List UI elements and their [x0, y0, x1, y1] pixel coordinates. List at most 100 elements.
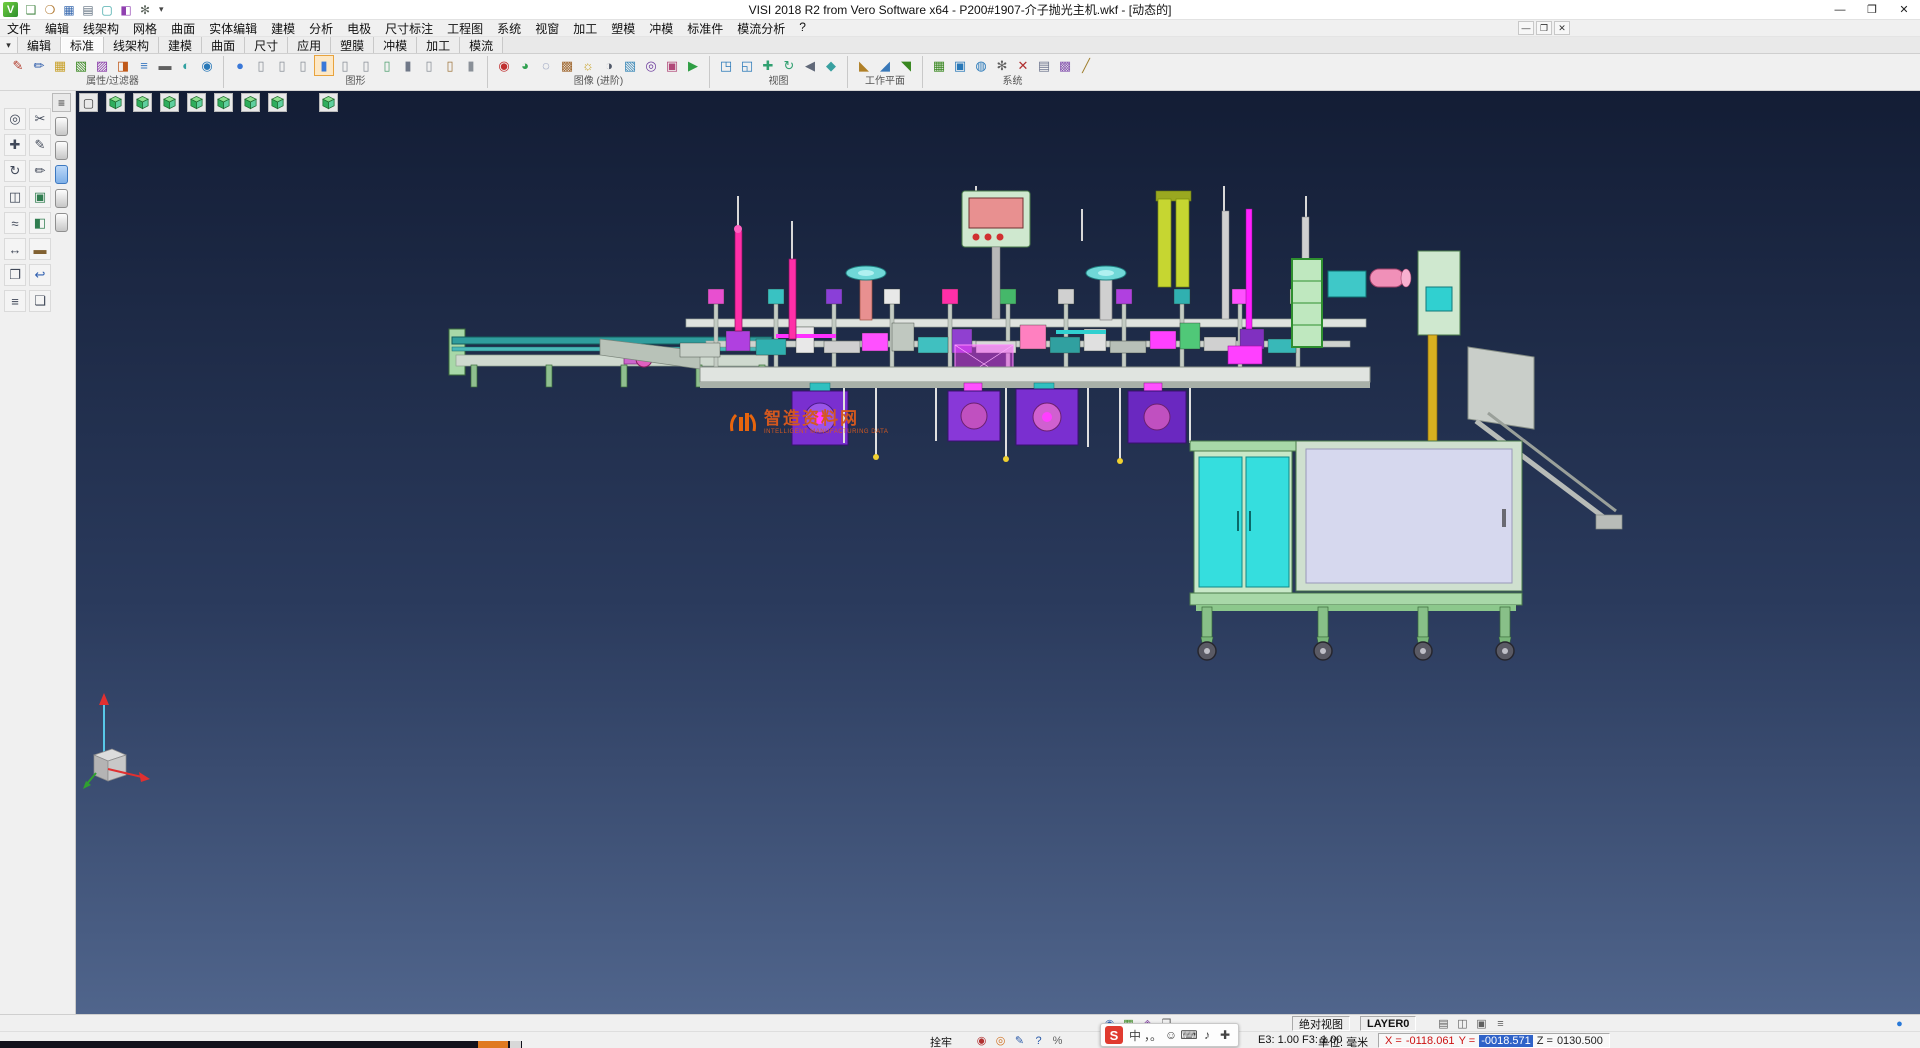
view-previous-icon[interactable]: ◀ — [800, 55, 820, 76]
view-rotate-icon[interactable]: ↻ — [779, 55, 799, 76]
cylinder-wire-icon[interactable]: ▯ — [272, 55, 292, 76]
help-status-icon[interactable]: ? — [1029, 1033, 1048, 1048]
ime-keyboard-icon[interactable]: ⌨ — [1180, 1026, 1198, 1044]
view-cube-bottom-icon[interactable] — [268, 93, 287, 112]
line-style-icon[interactable]: ≡ — [134, 55, 154, 76]
tab-8[interactable]: 冲模 — [374, 37, 417, 53]
solid-tool-icon[interactable]: ▣ — [29, 186, 51, 208]
menu-item-8[interactable]: 电极 — [340, 20, 378, 37]
view-cube-dynamic-icon[interactable] — [319, 93, 338, 112]
cylinder-hidden-icon[interactable]: ▯ — [293, 55, 313, 76]
system-table-icon[interactable]: ▤ — [1034, 55, 1054, 76]
quick-access-dropdown[interactable]: ▾ — [155, 4, 168, 15]
minimize-button[interactable]: — — [1824, 0, 1856, 19]
system-chip-icon[interactable]: ▩ — [1055, 55, 1075, 76]
system-grid-icon[interactable]: ▦ — [929, 55, 949, 76]
viewport-menu[interactable]: ≡ — [52, 93, 71, 112]
view-pan-icon[interactable]: ✚ — [758, 55, 778, 76]
trim-tool-icon[interactable]: ✂ — [29, 108, 51, 130]
tab-5[interactable]: 尺寸 — [245, 37, 288, 53]
render-shaded-icon[interactable]: ◕ — [515, 55, 535, 76]
render-camera-icon[interactable]: ◎ — [641, 55, 661, 76]
menu-item-4[interactable]: 曲面 — [164, 20, 202, 37]
info-panel-icon[interactable]: ▣ — [1472, 1016, 1491, 1031]
erase-tool-icon[interactable]: ✏ — [29, 160, 51, 182]
copy-tool-icon[interactable]: ❏ — [29, 290, 51, 312]
magnet-filter-icon[interactable]: ◨ — [113, 55, 133, 76]
qa-save-file-icon[interactable]: ▦ — [60, 2, 78, 18]
mdi-minimize-button[interactable]: — — [1518, 21, 1534, 35]
menu-item-18[interactable]: ? — [792, 20, 813, 34]
tab-10[interactable]: 模流 — [460, 37, 503, 53]
menu-item-3[interactable]: 网格 — [126, 20, 164, 37]
move-tool-icon[interactable]: ✚ — [4, 134, 26, 156]
close-button[interactable]: ✕ — [1888, 0, 1920, 19]
view-cube-right-icon[interactable] — [187, 93, 206, 112]
menu-item-14[interactable]: 塑模 — [604, 20, 642, 37]
view-plain[interactable]: ▢ — [79, 93, 98, 112]
qa-palette-icon[interactable]: ◧ — [117, 2, 135, 18]
dimension-tool-icon[interactable]: ↔ — [4, 238, 26, 260]
transparency-icon[interactable]: ◐ — [176, 55, 196, 76]
pin-3[interactable] — [55, 189, 68, 208]
menu-item-5[interactable]: 实体编辑 — [202, 20, 264, 37]
pin-1[interactable] — [55, 141, 68, 160]
viewport-3d[interactable]: 智造资料网 INTELLIGENT MANUFACTURING DATA — [76, 91, 1920, 1014]
shaded-sphere-icon[interactable]: ● — [230, 55, 250, 76]
render-shadow-icon[interactable]: ◑ — [599, 55, 619, 76]
render-lighting-icon[interactable]: ☼ — [578, 55, 598, 76]
menu-item-15[interactable]: 冲模 — [642, 20, 680, 37]
menu-item-0[interactable]: 文件 — [0, 20, 38, 37]
tab-dropdown[interactable]: ▾ — [0, 37, 18, 53]
box-tool-icon[interactable]: ◧ — [29, 212, 51, 234]
menu-item-1[interactable]: 编辑 — [38, 20, 76, 37]
ime-emoji-icon[interactable]: ☺ — [1162, 1026, 1180, 1044]
workplane-xy-icon[interactable]: ◣ — [854, 55, 874, 76]
system-gear-icon[interactable]: ✻ — [992, 55, 1012, 76]
view-cube-iso-icon[interactable] — [106, 93, 125, 112]
attributes-pen-icon[interactable]: ✎ — [8, 55, 28, 76]
color-swatch-icon[interactable]: ▦ — [50, 55, 70, 76]
cylinder-solid-icon[interactable]: ▯ — [251, 55, 271, 76]
menu-item-7[interactable]: 分析 — [302, 20, 340, 37]
lock-status-icon[interactable]: ◉ — [972, 1033, 991, 1048]
mdi-close-button[interactable]: ✕ — [1554, 21, 1570, 35]
tab-1[interactable]: 标准 — [61, 37, 104, 53]
menu-item-16[interactable]: 标准件 — [680, 20, 730, 37]
layer-filter-icon[interactable]: ▧ — [71, 55, 91, 76]
view-zoom-all-icon[interactable]: ◳ — [716, 55, 736, 76]
cylinder-highlight-icon[interactable]: ▮ — [314, 55, 334, 76]
qa-open-file-icon[interactable]: ❍ — [41, 2, 59, 18]
ime-toolbox-icon[interactable]: ✚ — [1216, 1026, 1234, 1044]
qa-print-icon[interactable]: ▤ — [79, 2, 97, 18]
element-filter-icon[interactable]: ▨ — [92, 55, 112, 76]
cylinder-group-icon[interactable]: ▯ — [440, 55, 460, 76]
cylinder-pair-icon[interactable]: ▯ — [356, 55, 376, 76]
tab-3[interactable]: 建模 — [159, 37, 202, 53]
sketch-tool-icon[interactable]: ✎ — [29, 134, 51, 156]
menu-item-6[interactable]: 建模 — [264, 20, 302, 37]
render-traffic-icon[interactable]: ◉ — [494, 55, 514, 76]
connection-icon[interactable]: ● — [1890, 1016, 1909, 1031]
ime-mic-icon[interactable]: ♪ — [1198, 1026, 1216, 1044]
measure-tool-icon[interactable]: ◫ — [4, 186, 26, 208]
undo-tool-icon[interactable]: ↩ — [29, 264, 51, 286]
render-texture-icon[interactable]: ▩ — [557, 55, 577, 76]
view-cube-back-icon[interactable] — [241, 93, 260, 112]
qa-screen-icon[interactable]: ▢ — [98, 2, 116, 18]
system-monitor-icon[interactable]: ▣ — [950, 55, 970, 76]
view-cube-left-icon[interactable] — [214, 93, 233, 112]
taskbar-app-button-2[interactable] — [510, 1041, 521, 1048]
view-mode-panel[interactable]: 绝对视图 — [1292, 1016, 1350, 1031]
mdi-restore-button[interactable]: ❐ — [1536, 21, 1552, 35]
taskbar-app-button[interactable] — [478, 1041, 508, 1048]
layer-panel[interactable]: LAYER0 — [1360, 1016, 1416, 1031]
ruler-tool-icon[interactable]: ▬ — [29, 238, 51, 260]
tab-6[interactable]: 应用 — [288, 37, 331, 53]
system-globe-icon[interactable]: ◍ — [971, 55, 991, 76]
osnap-status-icon[interactable]: ◎ — [991, 1033, 1010, 1048]
attributes-brush-icon[interactable]: ✏ — [29, 55, 49, 76]
list-panel-icon[interactable]: ≡ — [1491, 1016, 1510, 1031]
menu-item-9[interactable]: 尺寸标注 — [378, 20, 440, 37]
view-iso-icon[interactable]: ◆ — [821, 55, 841, 76]
